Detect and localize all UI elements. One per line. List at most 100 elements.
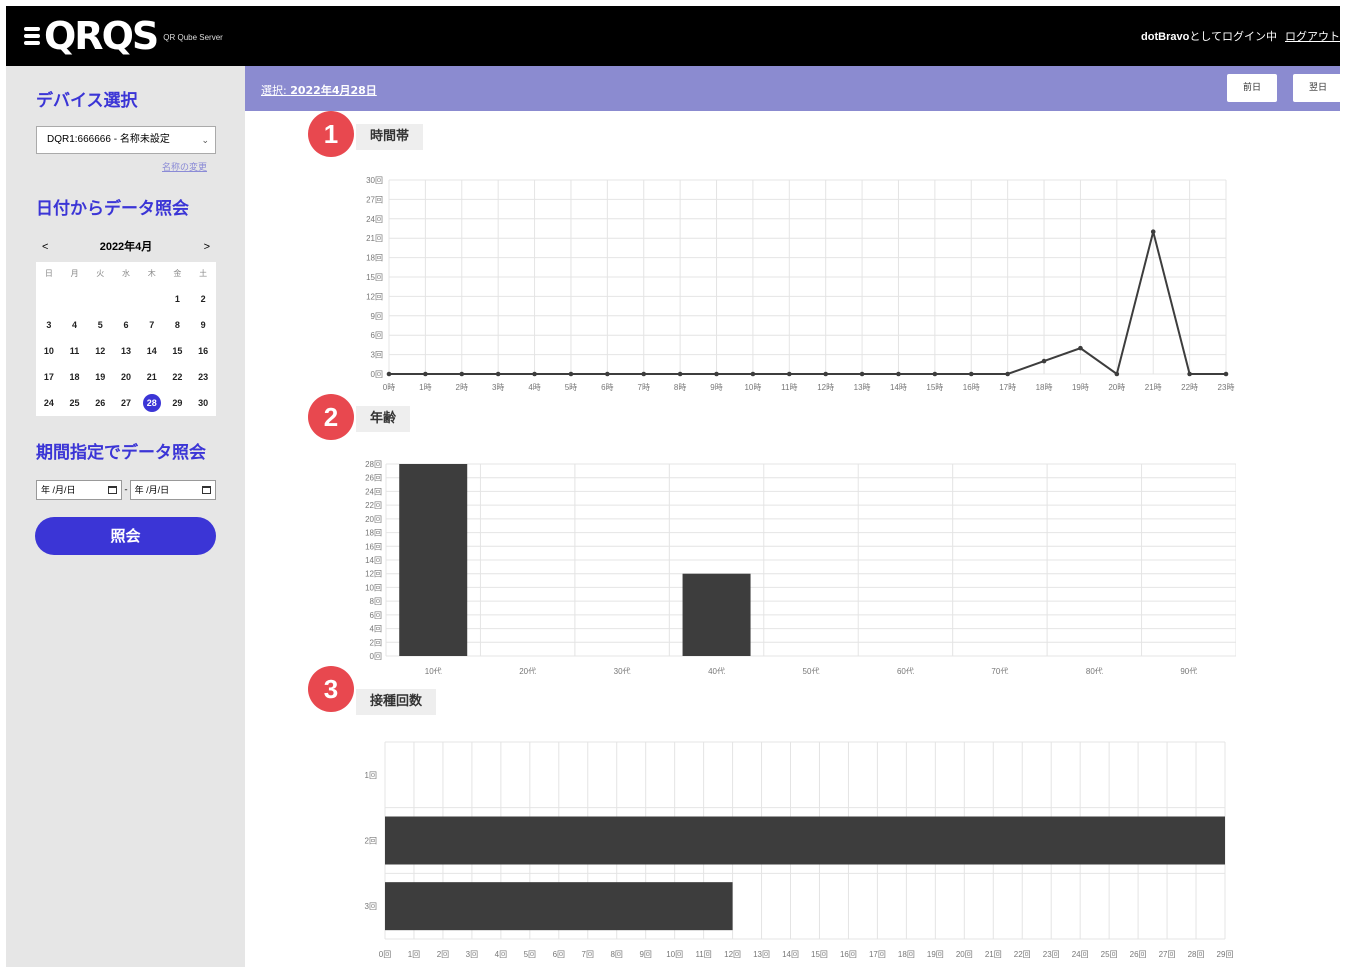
calendar-day[interactable]: 3 <box>36 312 62 338</box>
selected-date-bar: 選択: 2022年4月28日 前日 翌日 <box>245 66 1340 111</box>
calendar-weekday: 水 <box>121 269 130 278</box>
calendar-weekday: 土 <box>199 269 208 278</box>
calendar-weekday: 月 <box>70 269 79 278</box>
data-point <box>1187 371 1192 377</box>
y-tick-label: 20回 <box>365 515 382 524</box>
calendar-day[interactable]: 6 <box>113 312 139 338</box>
calendar-day[interactable]: 29 <box>165 390 191 416</box>
date-query-heading: 日付からデータ照会 <box>36 199 189 219</box>
bar <box>399 464 468 656</box>
calendar-prev-button[interactable]: < <box>42 236 48 258</box>
calendar-day[interactable]: 19 <box>87 364 113 390</box>
calendar-day[interactable]: 8 <box>165 312 191 338</box>
range-end-placeholder: 年 /月/日 <box>134 485 170 495</box>
range-start-input[interactable]: 年 /月/日 <box>36 480 123 500</box>
calendar-day[interactable]: 23 <box>190 364 216 390</box>
login-status: dotBravoとしてログイン中 ログアウト <box>1141 28 1340 44</box>
calendar-day[interactable]: 10 <box>36 338 62 364</box>
section-label-time: 時間帯 <box>356 124 424 150</box>
x-tick-label: 20代 <box>519 666 536 674</box>
device-select[interactable]: DQR1:666666 - 名称未設定 ⌄ <box>36 126 216 154</box>
calendar-icon <box>202 486 211 494</box>
x-tick-label: 2時 <box>456 383 468 392</box>
data-point <box>1078 345 1083 351</box>
y-tick-label: 3回 <box>365 902 377 911</box>
x-tick-label: 9回 <box>639 950 651 959</box>
y-tick-label: 12回 <box>366 292 383 301</box>
calendar-day[interactable]: 15 <box>165 338 191 364</box>
x-tick-label: 14回 <box>782 950 799 959</box>
x-tick-label: 11回 <box>695 950 711 959</box>
x-tick-label: 26回 <box>1130 950 1147 959</box>
logout-link[interactable]: ログアウト <box>1285 31 1340 43</box>
data-point <box>932 371 938 377</box>
data-point <box>1150 229 1156 235</box>
data-point <box>459 371 465 377</box>
calendar-day[interactable]: 22 <box>165 364 191 390</box>
x-tick-label: 17回 <box>869 950 886 959</box>
calendar-day[interactable]: 20 <box>113 364 139 390</box>
calendar-day[interactable]: 30 <box>190 390 216 416</box>
calendar-day[interactable]: 14 <box>139 338 165 364</box>
calendar-day[interactable]: 2 <box>190 286 216 312</box>
x-tick-label: 20回 <box>956 950 973 959</box>
query-button[interactable]: 照会 <box>35 517 216 555</box>
calendar-day[interactable]: 16 <box>190 338 216 364</box>
y-tick-label: 22回 <box>365 501 382 510</box>
x-tick-label: 0時 <box>383 383 395 392</box>
x-tick-label: 1時 <box>419 383 431 392</box>
selected-date-link[interactable]: 選択: 2022年4月28日 <box>261 82 377 98</box>
section-label-dose-count: 接種回数 <box>356 689 437 715</box>
data-point <box>568 371 574 377</box>
logo[interactable]: QRQS QR Qube Server <box>24 14 223 58</box>
x-tick-label: 6時 <box>601 383 613 392</box>
calendar-day[interactable]: 12 <box>87 338 113 364</box>
calendar-day[interactable]: 7 <box>139 312 165 338</box>
calendar-day[interactable]: 26 <box>87 390 113 416</box>
range-start-placeholder: 年 /月/日 <box>41 485 76 495</box>
data-point <box>641 371 647 377</box>
calendar-day[interactable]: 25 <box>62 390 88 416</box>
x-tick-label: 0回 <box>379 950 391 959</box>
range-dash: - <box>124 485 128 495</box>
calendar-day[interactable]: 5 <box>87 312 113 338</box>
y-tick-label: 0回 <box>370 652 382 661</box>
y-tick-label: 24回 <box>366 215 383 224</box>
calendar-day[interactable]: 17 <box>36 364 62 390</box>
y-tick-label: 15回 <box>366 273 383 282</box>
data-point <box>677 371 683 377</box>
x-tick-label: 20時 <box>1108 383 1125 392</box>
age-bar-chart: 0回 2回 4回 6回 8回 10回 12回 14回 16回 18回 20回 22回 24回 26回 28回… <box>365 460 1236 674</box>
calendar-day[interactable]: 24 <box>36 390 62 416</box>
calendar-day[interactable]: 27 <box>113 390 139 416</box>
y-tick-label: 27回 <box>366 195 383 204</box>
next-day-button[interactable]: 翌日 <box>1293 74 1340 102</box>
calendar-day[interactable]: 11 <box>62 338 88 364</box>
calendar-day[interactable]: 21 <box>139 364 165 390</box>
x-tick-label: 27回 <box>1159 950 1176 959</box>
y-tick-label: 12回 <box>365 570 382 579</box>
x-tick-label: 24回 <box>1072 950 1089 959</box>
calendar-day[interactable]: 13 <box>113 338 139 364</box>
prev-day-button[interactable]: 前日 <box>1227 74 1277 102</box>
data-point <box>1114 371 1120 377</box>
x-tick-label: 25回 <box>1101 950 1118 959</box>
calendar-grid: 日月火水木金土 1 2 3 4 5 6 7 8 9 10 11 12 13 14 15 16 17 18 19 20 21… <box>36 262 216 416</box>
calendar-next-button[interactable]: > <box>204 236 210 258</box>
calendar-day[interactable]: 9 <box>190 312 216 338</box>
calendar-day[interactable]: 1 <box>165 286 191 312</box>
calendar-day[interactable]: 18 <box>62 364 88 390</box>
rename-link[interactable]: 名称の変更 <box>162 160 207 173</box>
calendar-day[interactable]: 4 <box>62 312 88 338</box>
data-point <box>423 371 428 377</box>
range-query-heading: 期間指定でデータ照会 <box>36 443 206 463</box>
data-point <box>1005 371 1010 377</box>
x-tick-label: 13時 <box>854 383 871 392</box>
dose-count-bar-chart: 0回 1回 2回 3回 4回 5回 6回 7回 8回 9回 10回 11回 12回 13回 14回 15回 16… <box>365 741 1233 959</box>
section-badge-1: 1 <box>308 111 354 157</box>
x-tick-label: 40代 <box>708 666 725 674</box>
range-end-input[interactable]: 年 /月/日 <box>129 480 216 500</box>
calendar-day-selected[interactable]: 28 <box>139 390 165 416</box>
data-point <box>968 371 974 377</box>
bar <box>385 882 733 931</box>
